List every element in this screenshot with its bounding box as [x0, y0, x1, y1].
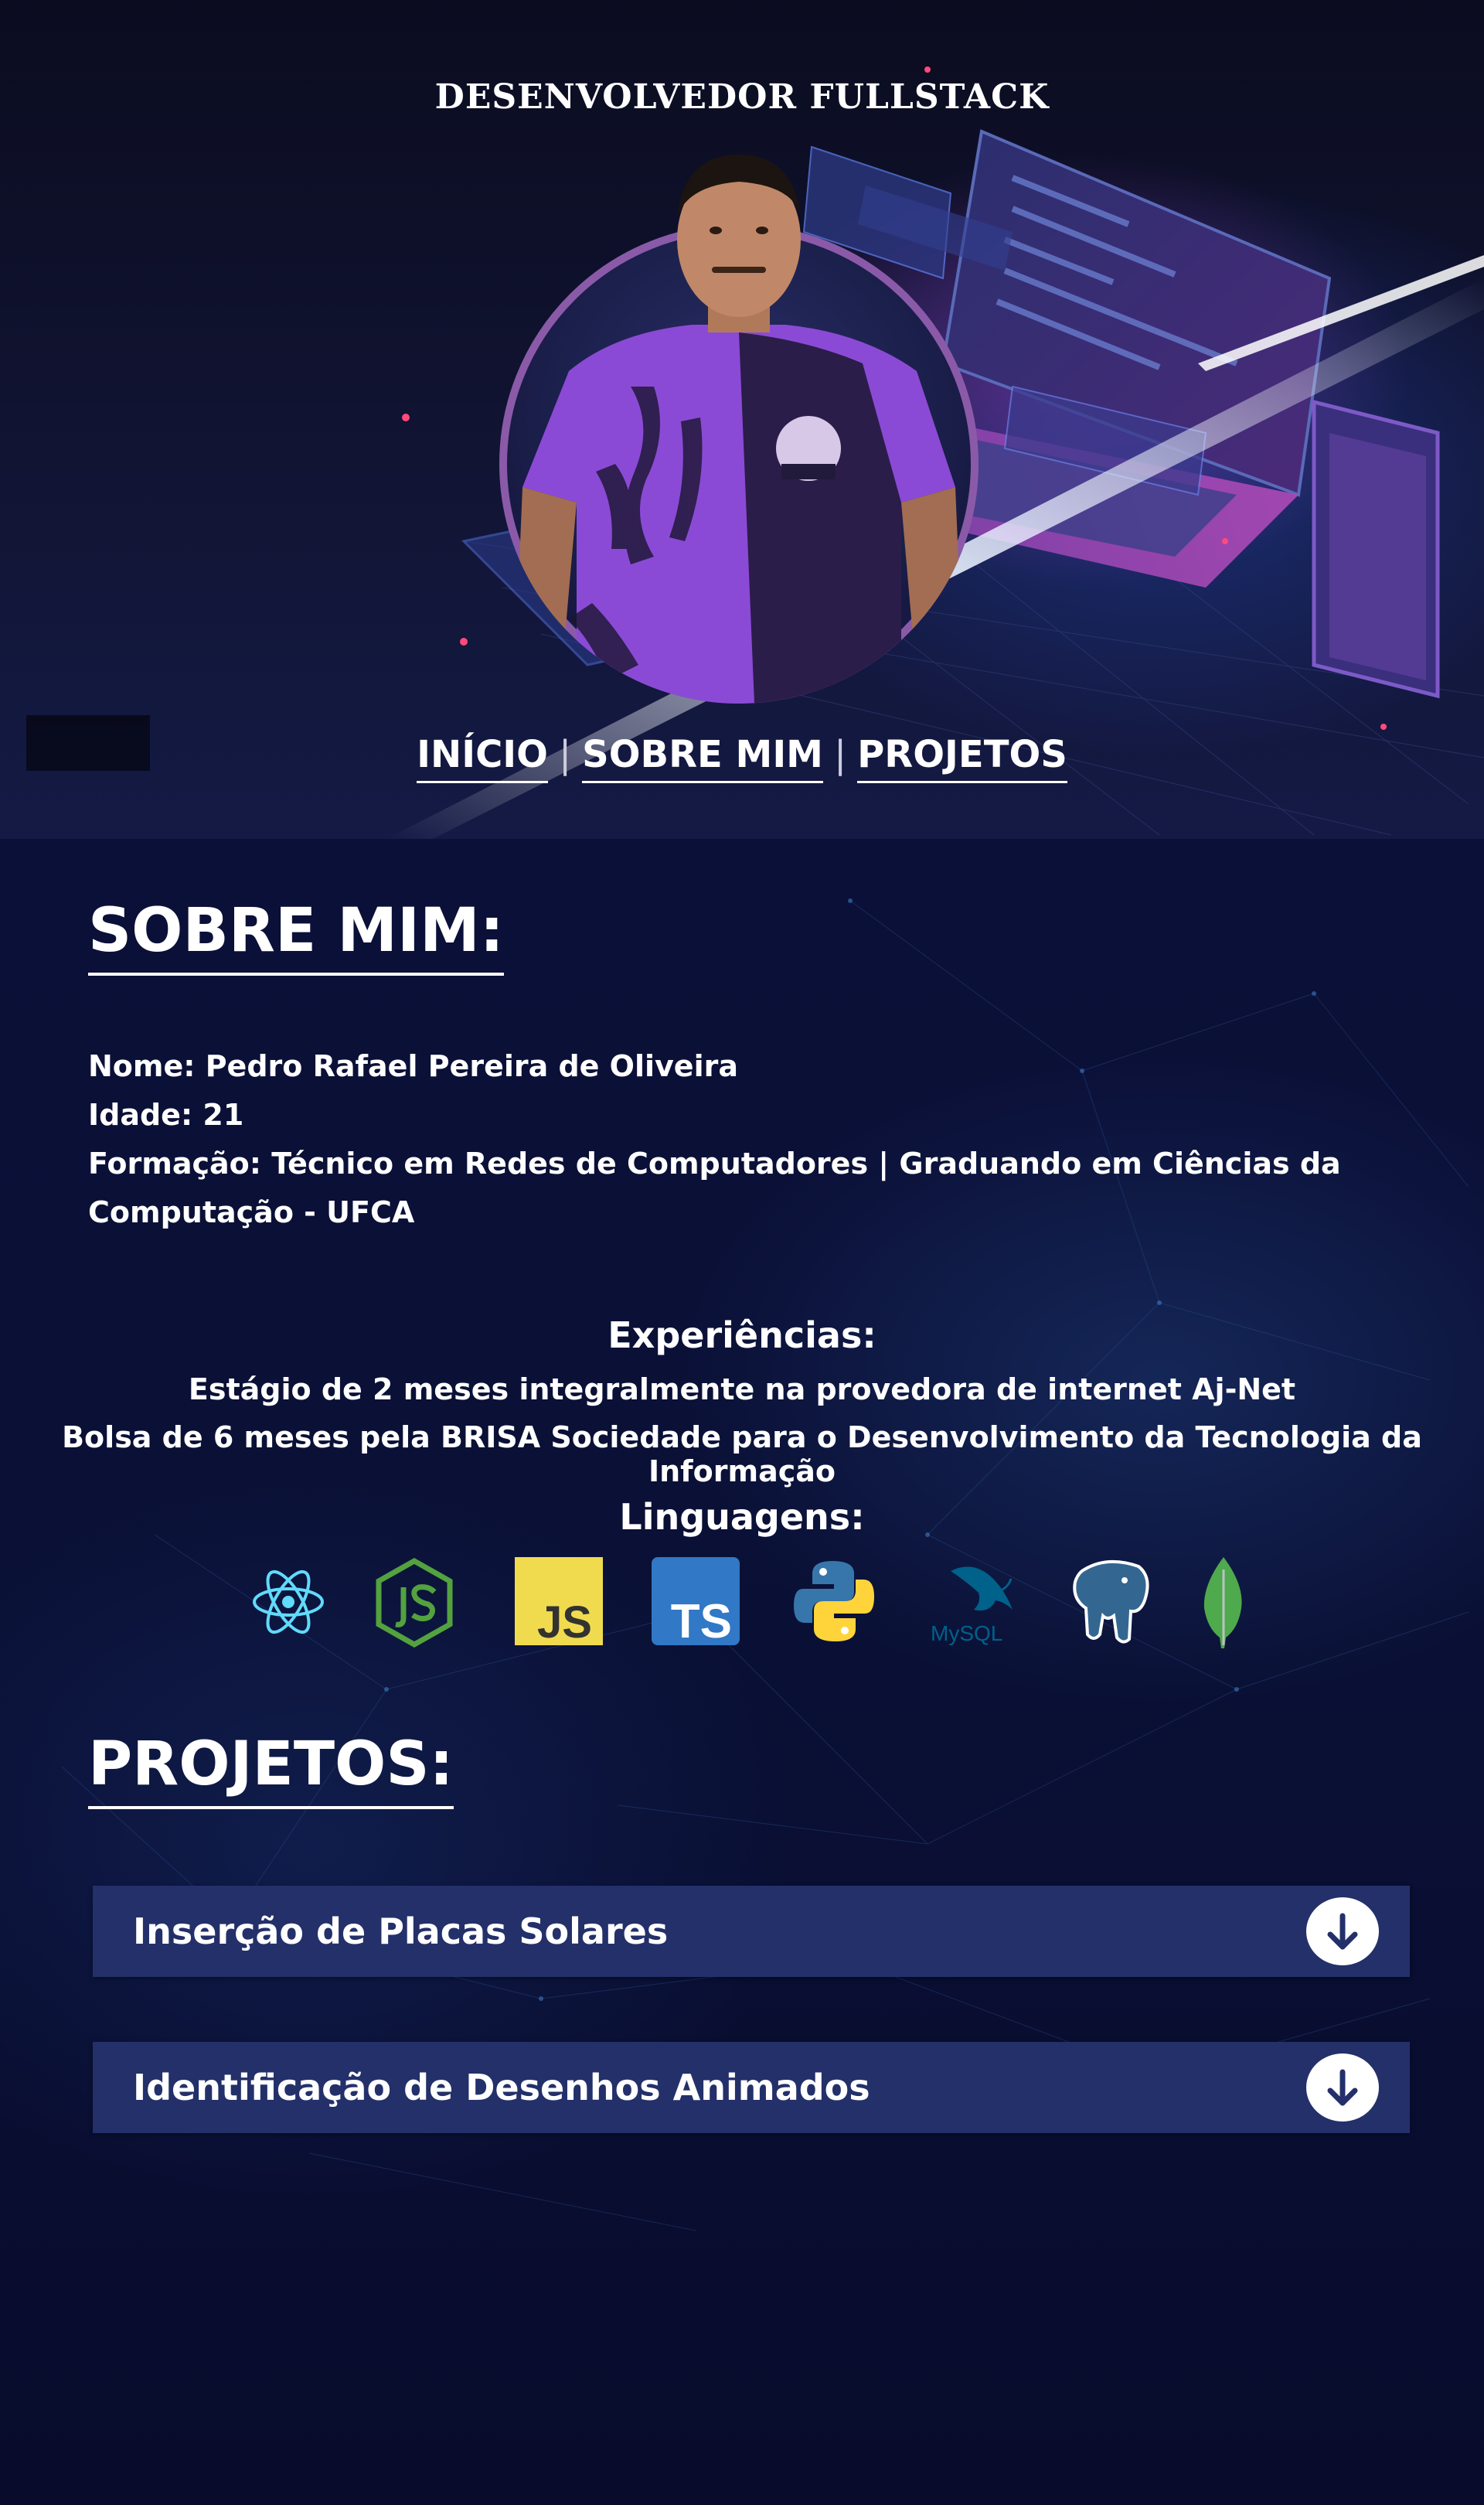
about-age: Idade: 21	[88, 1098, 244, 1132]
javascript-icon-text: JS	[537, 1597, 592, 1645]
nav-link-sobre-mim[interactable]: SOBRE MIM	[582, 733, 823, 783]
about-info: Nome: Pedro Rafael Pereira de Oliveira I…	[88, 1042, 1484, 1237]
nav-separator: |	[833, 733, 847, 776]
languages-icon-row: JS TS MySQL	[0, 1554, 1484, 1655]
about-education: Formação: Técnico em Redes de Computador…	[88, 1147, 1341, 1229]
nav-separator: |	[558, 733, 572, 776]
experience-item: Estágio de 2 meses integralmente na prov…	[188, 1372, 1296, 1406]
arrow-down-icon	[1327, 2069, 1358, 2106]
projects-section-title: PROJETOS:	[88, 1731, 454, 1809]
mysql-icon: MySQL	[931, 1566, 1013, 1645]
nav-link-projetos[interactable]: PROJETOS	[857, 733, 1067, 783]
typescript-icon: TS	[652, 1557, 740, 1645]
main-nav: INÍCIO | SOBRE MIM | PROJETOS	[0, 733, 1484, 783]
languages-title: Linguagens:	[619, 1496, 865, 1538]
expand-button[interactable]	[1306, 1897, 1379, 1965]
nodejs-icon	[376, 1558, 453, 1648]
project-title: Identificação de Desenhos Animados	[133, 2067, 870, 2108]
about-name: Nome: Pedro Rafael Pereira de Oliveira	[88, 1049, 738, 1083]
hero-title: DESENVOLVEDOR FULLSTACK	[434, 77, 1050, 117]
javascript-icon: JS	[515, 1557, 603, 1645]
arrow-down-icon	[1327, 1913, 1358, 1950]
python-icon	[794, 1561, 874, 1641]
mongodb-icon	[1203, 1557, 1242, 1648]
hero-section: DESENVOLVEDOR FULLSTACK INÍCIO | SOBRE M…	[0, 0, 1484, 839]
postgresql-icon	[1073, 1559, 1149, 1644]
nav-link-inicio[interactable]: INÍCIO	[417, 733, 548, 783]
experiences-title: Experiências:	[608, 1314, 876, 1356]
typescript-icon-text: TS	[671, 1595, 732, 1645]
profile-photo	[499, 139, 979, 704]
experience-item: Bolsa de 6 meses pela BRISA Sociedade pa…	[62, 1420, 1422, 1488]
expand-button[interactable]	[1306, 2053, 1379, 2122]
about-section-title: SOBRE MIM:	[88, 898, 504, 976]
mysql-icon-text: MySQL	[931, 1621, 1002, 1645]
project-accordion-cartoon-identification[interactable]: Identificação de Desenhos Animados	[93, 2042, 1410, 2133]
project-title: Inserção de Placas Solares	[133, 1910, 669, 1952]
project-accordion-solar-panels[interactable]: Inserção de Placas Solares	[93, 1886, 1410, 1977]
react-icon	[253, 1569, 324, 1634]
